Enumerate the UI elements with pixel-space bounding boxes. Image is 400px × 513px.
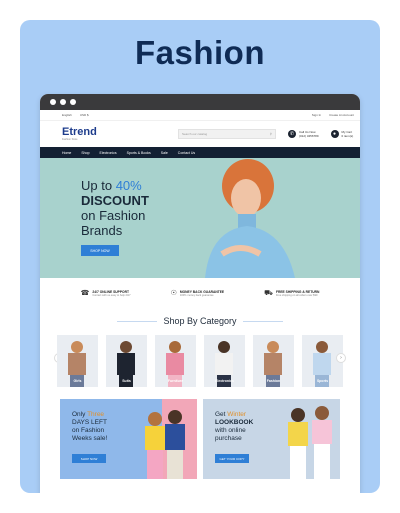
hero-line1: Up to [81,178,116,193]
promo-line: purchase [215,435,242,442]
feature-subtitle: Free shipping on all orders over $99 [275,294,318,297]
category-label: Furniture [167,379,184,383]
promo-line: on Fashion [72,427,105,434]
features-row: ☎ 24/7 ONLINE SUPPORT Contact with us eas… [40,278,360,312]
title-line-left [117,320,158,322]
category-heading: Shop By Category [163,316,237,326]
nav-item-home[interactable]: Home [62,151,71,155]
window-dot-1[interactable] [50,99,56,105]
feature-money-back: ☉ MONEY BACK GUARANTEE 100% money back gu… [171,290,225,312]
phone-icon: ✆ [288,130,296,138]
category-label: Electronics [215,379,234,383]
nav-item-shop[interactable]: Shop [81,151,89,155]
hero-line2: DISCOUNT [81,193,149,208]
shield-icon: ☉ [170,290,177,297]
sign-in-link[interactable]: Sign In [312,113,321,117]
category-carousel: ‹ Girls Suits Furniture Electronics Fash… [40,335,360,387]
site-header: Etrend Fashion Store Search our catalog … [40,121,360,147]
help-phone: (012) 3456789 [299,134,319,138]
window-dot-2[interactable] [60,99,66,105]
promo-shop-now-button[interactable]: SHOP NOW [72,454,106,463]
card-title: Fashion [134,34,265,71]
site-logo[interactable]: Etrend Fashion Store [62,126,106,142]
cart-block[interactable]: ● My Cart 0 item(s) [330,130,354,138]
hero-banner: Up to 40% DISCOUNT on Fashion Brands SHO… [40,158,360,278]
feature-subtitle: Contact with us easy to help 24/7 [92,294,131,297]
category-card[interactable]: Furniture [155,335,196,387]
hero-discount-value: 40% [115,178,142,193]
top-bar: English USD $ Sign In Create An Account [40,110,360,121]
promo-image [145,399,197,479]
nav-item-electronics[interactable]: Electronics [100,151,117,155]
search-icon[interactable]: ⚲ [270,132,272,136]
logo-subtitle: Fashion Store [62,138,78,141]
hero-shop-now-button[interactable]: SHOP NOW [81,245,119,256]
feature-support: ☎ 24/7 ONLINE SUPPORT Contact with us eas… [81,290,131,312]
promo-line: LOOKBOOK [215,419,254,426]
promo-highlight: Three [87,411,105,418]
nav-item-sports-books[interactable]: Sports & Books [127,151,151,155]
promo-highlight: Winter [227,411,247,418]
category-card[interactable]: Electronics [204,335,245,387]
feature-subtitle: 100% money back guarantee [179,294,214,297]
hero-line4: Brands [81,223,123,238]
promo-banner-lookbook[interactable]: Get Winter LOOKBOOK with online purchase… [203,399,340,479]
promo-text: Only Three DAYS LEFT on Fashion Weeks sa… [72,411,107,443]
browser-window: English USD $ Sign In Create An Account … [40,94,360,493]
promo-line: DAYS LEFT [72,419,107,426]
hero-line3: on Fashion [81,208,146,223]
category-section-title: Shop By Category [40,316,360,326]
feature-shipping: ⛟ FREE SHIPPING & RETURN Free shipping on… [264,290,319,312]
nav-item-contact[interactable]: Contact Us [178,151,195,155]
category-label: Sports [316,379,329,383]
category-card[interactable]: Fashion [253,335,294,387]
hero-model-image [205,159,295,278]
currency-select[interactable]: USD $ [80,113,89,117]
carousel-next-arrow-icon[interactable]: › [336,353,346,363]
title-line-right [242,320,283,322]
promo-image [288,406,332,479]
fashion-card: Fashion English USD $ Sign In Create An … [20,20,380,493]
hero-headline: Up to 40% DISCOUNT on Fashion Brands [81,178,149,238]
search-placeholder: Search our catalog [182,132,208,136]
promo-row: Only Three DAYS LEFT on Fashion Weeks sa… [40,399,360,479]
category-card[interactable]: Suits [106,335,147,387]
create-account-link[interactable]: Create An Account [329,113,354,117]
promo-line: Only [72,411,88,418]
cart-icon[interactable]: ● [330,130,339,138]
cart-count: 0 item(s) [341,134,354,138]
promo-text: Get Winter LOOKBOOK with online purchase [215,411,253,443]
category-label: Fashion [266,379,281,383]
help-block: ✆ Call Us Now (012) 3456789 [288,130,319,138]
nav-item-sale[interactable]: Sale [161,151,168,155]
language-select[interactable]: English [62,113,72,117]
headset-icon: ☎ [80,290,90,297]
promo-get-copy-button[interactable]: GET YOUR COPY [215,454,249,463]
browser-chrome [40,94,360,110]
category-label: Suits [122,379,131,383]
logo-name: Etrend [62,126,97,138]
category-label: Girls [73,379,82,383]
category-card[interactable]: Girls [57,335,98,387]
window-dot-3[interactable] [70,99,76,105]
search-input[interactable]: Search our catalog ⚲ [178,129,276,139]
truck-icon: ⛟ [264,290,273,297]
promo-line: Weeks sale! [72,435,108,442]
promo-line: with online [215,427,246,434]
main-nav: Home Shop Electronics Sports & Books Sal… [40,147,360,158]
promo-banner-sale[interactable]: Only Three DAYS LEFT on Fashion Weeks sa… [60,399,197,479]
promo-line: Get [215,411,228,418]
